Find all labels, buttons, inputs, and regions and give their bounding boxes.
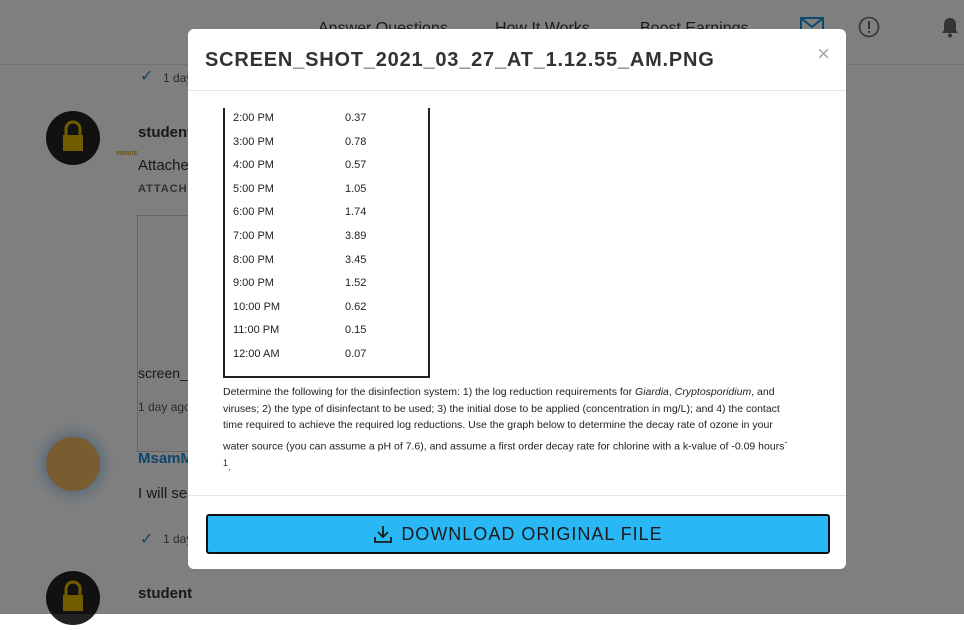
table-row: 6:00 PM 1.74 [233,206,367,219]
download-icon [374,526,393,543]
table-row: 11:00 PM 0.15 [233,324,367,337]
table-row: 12:00 AM 0.07 [233,348,367,360]
table-row: 5:00 PM 1.05 [233,182,367,195]
image-preview-modal: SCREEN_SHOT_2021_03_27_AT_1.12.55_AM.PNG… [188,29,846,569]
download-original-button[interactable]: DOWNLOAD ORIGINAL FILE [206,514,830,554]
data-table: 2:00 PM 0.37 3:00 PM 0.78 4:00 PM 0.57 5:00… [223,108,430,378]
table-row: 4:00 PM 0.57 [233,159,367,172]
table-row: 8:00 PM 3.45 [233,253,367,266]
download-button-label: DOWNLOAD ORIGINAL FILE [401,523,663,544]
close-icon[interactable]: × [817,41,830,67]
modal-footer: DOWNLOAD ORIGINAL FILE [188,495,846,569]
table-row: 9:00 PM 1.52 [233,277,367,290]
modal-title: SCREEN_SHOT_2021_03_27_AT_1.12.55_AM.PNG [205,49,715,71]
table-row: 7:00 PM 3.89 [233,230,367,242]
image-preview: 2:00 PM 0.37 3:00 PM 0.78 4:00 PM 0.57 5:00… [188,91,846,495]
table-row: 2:00 PM 0.37 [233,112,367,124]
problem-description: Determine the following for the disinfec… [223,386,788,473]
table-row: 3:00 PM 0.78 [233,135,367,148]
table-row: 10:00 PM 0.62 [233,300,367,313]
modal-header: SCREEN_SHOT_2021_03_27_AT_1.12.55_AM.PNG… [188,29,846,91]
